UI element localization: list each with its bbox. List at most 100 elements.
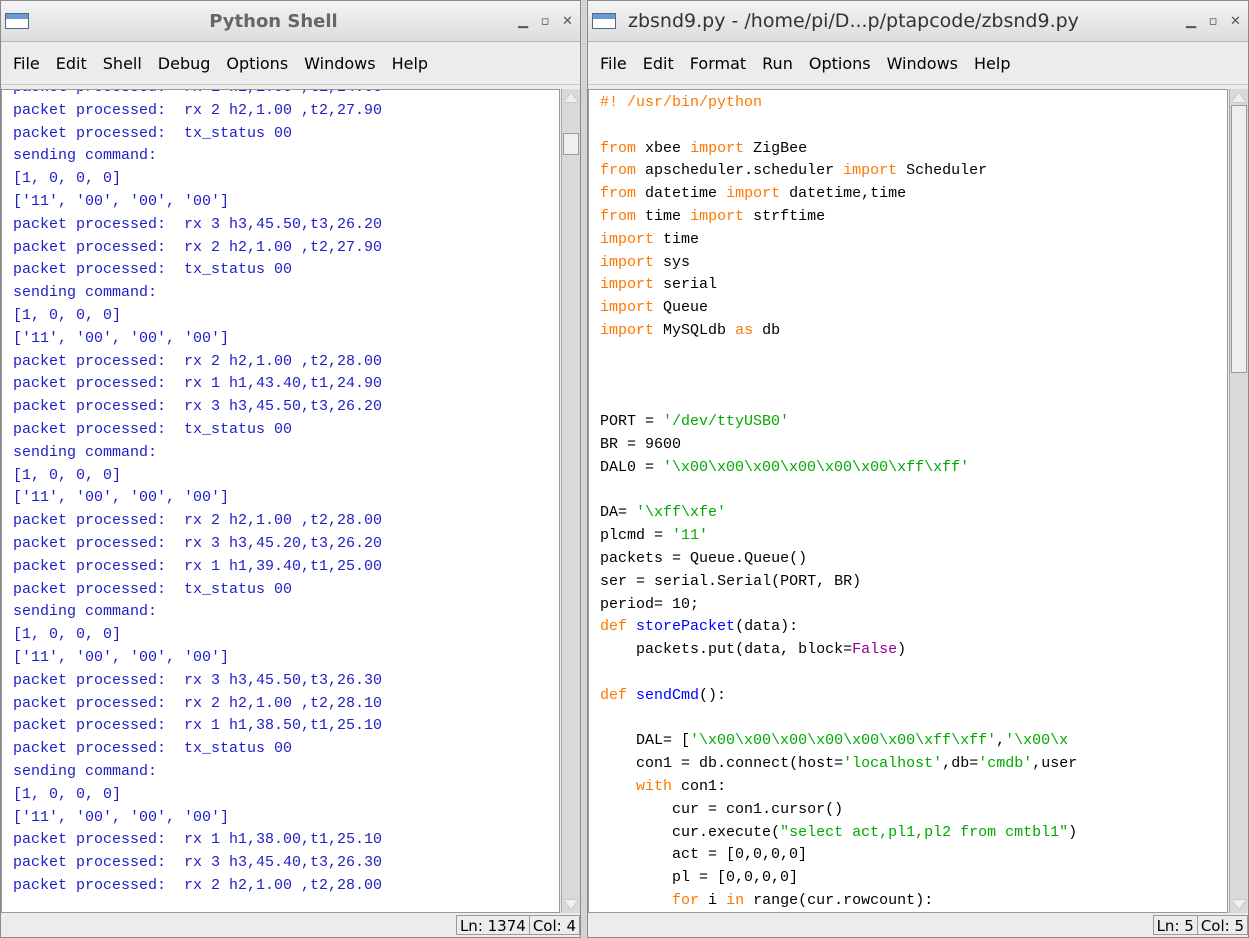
editor-code-line: DA= '\xff\xfe' bbox=[600, 504, 727, 522]
editor-code-line: #! /usr/bin/python bbox=[600, 94, 763, 111]
shell-window-title: Python Shell bbox=[209, 10, 338, 32]
editor-code-line: DAL= ['\x00\x00\x00\x00\x00\x00\xff\xff'… bbox=[636, 732, 1069, 750]
scroll-up-arrow-icon[interactable] bbox=[1232, 93, 1246, 102]
editor-code-line: con1 = db.connect(host='localhost',db='c… bbox=[636, 755, 1078, 773]
window-app-icon bbox=[5, 13, 29, 29]
editor-menubar: File Edit Format Run Options Windows Help bbox=[588, 42, 1248, 85]
minimize-icon[interactable]: ▁ bbox=[518, 14, 528, 29]
editor-code-line: PORT = '/dev/ttyUSB0' bbox=[600, 413, 790, 431]
editor-code-line: from datetime import datetime,time bbox=[600, 185, 907, 203]
editor-code-line: import time bbox=[600, 230, 700, 248]
shell-output-line: ['11', '00', '00', '00'] bbox=[13, 808, 230, 826]
editor-code-line bbox=[600, 115, 1227, 138]
editor-titlebar[interactable]: zbsnd9.py - /home/pi/D...p/ptapcode/zbsn… bbox=[588, 1, 1248, 42]
editor-code-line: for i in range(cur.rowcount): bbox=[672, 891, 934, 909]
shell-output-line: ['11', '00', '00', '00'] bbox=[13, 489, 230, 507]
editor-code-line: packets = Queue.Queue() bbox=[600, 549, 808, 567]
shell-output-line: packet processed: tx_status 00 bbox=[13, 420, 293, 438]
maximize-icon[interactable]: ▫ bbox=[1208, 14, 1218, 29]
shell-output-line: packet processed: rx 1 h1,1.00 ,t1,24.60 bbox=[13, 90, 559, 100]
shell-statusbar: Ln: 1374 Col: 4 bbox=[1, 913, 580, 937]
shell-output-line: packet processed: rx 2 h2,1.00 ,t2,28.10 bbox=[13, 694, 383, 712]
editor-code-line bbox=[600, 366, 1227, 389]
shell-vertical-scrollbar[interactable] bbox=[561, 89, 580, 913]
editor-menu-format[interactable]: Format bbox=[686, 52, 750, 75]
editor-code-line bbox=[600, 480, 1227, 503]
editor-code-line: cur.execute("select act,pl1,pl2 from cmt… bbox=[672, 823, 1078, 841]
editor-statusbar: Ln: 5 Col: 5 bbox=[588, 913, 1248, 937]
editor-code-line: def storePacket(data): bbox=[600, 618, 799, 636]
minimize-icon[interactable]: ▁ bbox=[1186, 14, 1196, 29]
shell-line-number: Ln: 1374 bbox=[455, 915, 529, 935]
shell-output-line: packet processed: rx 3 h3,45.50,t3,26.20 bbox=[13, 215, 383, 233]
editor-code-line bbox=[600, 708, 1227, 731]
editor-scroll-thumb[interactable] bbox=[1231, 105, 1247, 373]
shell-output-line: packet processed: tx_status 00 bbox=[13, 261, 293, 279]
editor-code-line: period= 10; bbox=[600, 595, 700, 613]
shell-output-line: sending command: bbox=[13, 762, 158, 780]
editor-code-line: plcmd = '11' bbox=[600, 527, 709, 545]
shell-output-line: ['11', '00', '00', '00'] bbox=[13, 648, 230, 666]
shell-menu-help[interactable]: Help bbox=[388, 52, 432, 75]
editor-code-line: import MySQLdb as db bbox=[600, 321, 781, 339]
shell-output-line: [1, 0, 0, 0] bbox=[13, 170, 122, 188]
editor-menu-windows[interactable]: Windows bbox=[883, 52, 962, 75]
shell-scroll-thumb[interactable] bbox=[563, 133, 579, 155]
editor-menu-file[interactable]: File bbox=[596, 52, 631, 75]
editor-code-line: import serial bbox=[600, 276, 718, 294]
window-app-icon bbox=[592, 13, 616, 29]
shell-titlebar[interactable]: Python Shell ▁ ▫ ✕ bbox=[1, 1, 580, 42]
shell-output-line: packet processed: tx_status 00 bbox=[13, 740, 293, 758]
scroll-down-arrow-icon[interactable] bbox=[564, 900, 578, 909]
maximize-icon[interactable]: ▫ bbox=[540, 14, 550, 29]
editor-menu-options[interactable]: Options bbox=[805, 52, 875, 75]
shell-output-line: sending command: bbox=[13, 147, 158, 165]
shell-menubar: File Edit Shell Debug Options Windows Help bbox=[1, 42, 580, 85]
shell-menu-edit[interactable]: Edit bbox=[52, 52, 91, 75]
editor-code-line: packets.put(data, block=False) bbox=[636, 641, 907, 659]
shell-column-number: Col: 4 bbox=[528, 915, 580, 935]
editor-menu-run[interactable]: Run bbox=[758, 52, 797, 75]
shell-output-line: packet processed: rx 2 h2,1.00 ,t2,27.90 bbox=[13, 101, 383, 119]
close-icon[interactable]: ✕ bbox=[1230, 14, 1241, 29]
shell-output-line: ['11', '00', '00', '00'] bbox=[13, 329, 230, 347]
shell-menu-windows[interactable]: Windows bbox=[300, 52, 379, 75]
shell-menu-options[interactable]: Options bbox=[222, 52, 292, 75]
scroll-up-arrow-icon[interactable] bbox=[564, 93, 578, 102]
editor-code-area[interactable]: #! /usr/bin/python from xbee import ZigB… bbox=[588, 89, 1228, 913]
editor-code-line: cur = con1.cursor() bbox=[672, 800, 844, 818]
editor-code-line: import Queue bbox=[600, 299, 709, 317]
editor-line-number: Ln: 5 bbox=[1152, 915, 1197, 935]
editor-code-line: from time import strftime bbox=[600, 207, 826, 225]
editor-window: zbsnd9.py - /home/pi/D...p/ptapcode/zbsn… bbox=[587, 0, 1249, 938]
editor-vertical-scrollbar[interactable] bbox=[1229, 89, 1248, 913]
scroll-down-arrow-icon[interactable] bbox=[1232, 900, 1246, 909]
python-shell-window: Python Shell ▁ ▫ ✕ File Edit Shell Debug Opt… bbox=[0, 0, 581, 938]
shell-output-line: packet processed: rx 1 h1,39.40,t1,25.00 bbox=[13, 557, 383, 575]
editor-code-line: ser = serial.Serial(PORT, BR) bbox=[600, 572, 862, 590]
shell-menu-debug[interactable]: Debug bbox=[154, 52, 215, 75]
editor-menu-help[interactable]: Help bbox=[970, 52, 1014, 75]
editor-code-line: from xbee import ZigBee bbox=[600, 139, 808, 157]
editor-menu-edit[interactable]: Edit bbox=[639, 52, 678, 75]
shell-menu-file[interactable]: File bbox=[9, 52, 44, 75]
shell-output-line: sending command: bbox=[13, 443, 158, 461]
editor-code-text: #! /usr/bin/python from xbee import ZigB… bbox=[589, 92, 1227, 912]
shell-output-area[interactable]: packet processed: rx 1 h1,1.00 ,t1,24.60… bbox=[1, 89, 560, 913]
shell-output-line: packet processed: rx 3 h3,45.20,t3,26.20 bbox=[13, 534, 383, 552]
editor-column-number: Col: 5 bbox=[1196, 915, 1248, 935]
shell-output-line: packet processed: rx 1 h1,43.40,t1,24.90 bbox=[13, 375, 383, 393]
shell-menu-shell[interactable]: Shell bbox=[99, 52, 146, 75]
shell-output-line: packet processed: rx 1 h1,38.50,t1,25.10 bbox=[13, 717, 383, 735]
editor-window-title: zbsnd9.py - /home/pi/D...p/ptapcode/zbsn… bbox=[628, 10, 1079, 32]
editor-code-line: act = [0,0,0,0] bbox=[672, 846, 808, 864]
shell-output-line: packet processed: rx 3 h3,45.50,t3,26.30 bbox=[13, 671, 383, 689]
close-icon[interactable]: ✕ bbox=[562, 14, 573, 29]
shell-output-line: packet processed: rx 3 h3,45.50,t3,26.20 bbox=[13, 398, 383, 416]
shell-output-line: sending command: bbox=[13, 284, 158, 302]
editor-code-line: import sys bbox=[600, 253, 691, 271]
shell-output-line: packet processed: rx 2 h2,1.00 ,t2,27.90 bbox=[13, 238, 383, 256]
editor-code-line: def sendCmd(): bbox=[600, 686, 727, 704]
editor-code-line: from apscheduler.scheduler import Schedu… bbox=[600, 162, 988, 180]
shell-output-text: packet processed: rx 1 h1,1.00 ,t1,24.60… bbox=[2, 90, 559, 898]
